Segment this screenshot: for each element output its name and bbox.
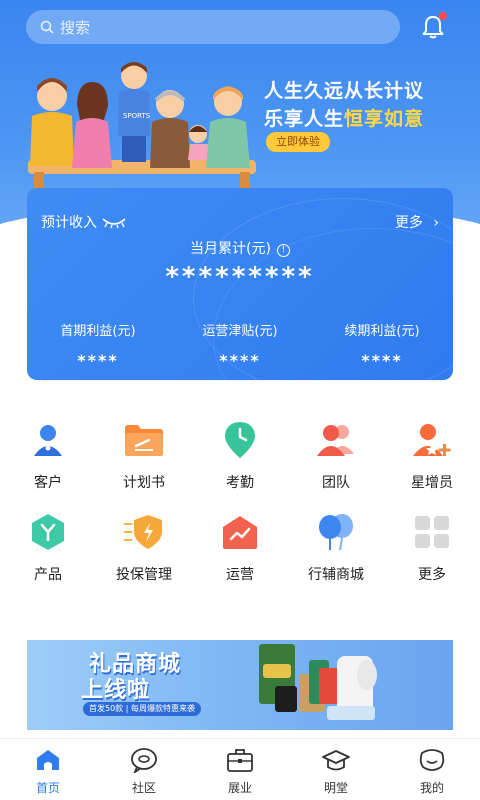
community-icon: [131, 748, 157, 773]
tab-academy[interactable]: 明堂: [288, 747, 384, 796]
home-icon: [37, 750, 59, 770]
eye-closed-icon[interactable]: [101, 215, 127, 229]
income-column-value: ****: [361, 351, 403, 370]
family-illustration: SPORTS: [28, 62, 256, 192]
income-column-allowance: 运营津贴(元) ****: [169, 320, 311, 370]
tab-community[interactable]: 社区: [96, 747, 192, 796]
feature-plan[interactable]: 计划书: [96, 420, 192, 492]
more-grid-icon: [415, 516, 449, 548]
income-column-label: 运营津贴(元): [202, 324, 278, 339]
plan-icon: [125, 425, 163, 456]
income-card: 预计收入 更多 › 当月累计(元)! ********* 首期利益(元) ***…: [27, 188, 453, 380]
info-icon[interactable]: !: [276, 244, 290, 257]
bottom-tab-bar: 首页 社区 展业 明堂 我的: [0, 738, 480, 800]
recruit-icon: [413, 424, 451, 456]
hero-slogan-highlight: 恒享如意: [344, 108, 425, 130]
feature-insure[interactable]: 投保管理: [96, 512, 192, 584]
profile-face-icon: [419, 749, 445, 771]
product-image: [275, 686, 297, 712]
income-column-label: 续期利益(元): [344, 324, 420, 339]
income-column-label: 首期利益(元): [60, 324, 136, 339]
feature-label: 投保管理: [116, 567, 172, 583]
income-title: 预计收入: [41, 212, 127, 232]
feature-mall[interactable]: 行辅商城: [288, 512, 384, 584]
notification-button[interactable]: [418, 12, 448, 42]
product-image: [357, 660, 377, 690]
search-bar[interactable]: 搜索: [26, 10, 400, 44]
month-total-label: 当月累计(元)!: [27, 238, 453, 258]
income-column-value: ****: [219, 351, 261, 370]
income-column-renewal: 续期利益(元) ****: [311, 320, 453, 370]
product-image: [263, 664, 291, 678]
insure-icon: [124, 515, 162, 549]
tab-label: 社区: [131, 781, 156, 795]
income-more-text: 更多: [394, 215, 423, 231]
income-more-link[interactable]: 更多 ›: [395, 212, 439, 232]
income-column-value: ****: [77, 351, 119, 370]
operation-icon: [223, 516, 257, 549]
tab-label: 我的: [419, 781, 444, 795]
attendance-icon: [225, 422, 255, 458]
tab-business[interactable]: 展业: [192, 747, 288, 796]
hero-slogan-prefix: 乐享人生: [264, 108, 345, 130]
tab-label: 首页: [35, 781, 60, 795]
product-image: [327, 706, 375, 720]
feature-label: 计划书: [123, 475, 165, 491]
feature-operation[interactable]: 运营: [192, 512, 288, 584]
feature-team[interactable]: 团队: [288, 420, 384, 492]
customer-icon: [34, 425, 62, 456]
feature-customer[interactable]: 客户: [0, 420, 96, 492]
feature-attendance[interactable]: 考勤: [192, 420, 288, 492]
banner-subtitle: 上线啦: [81, 678, 151, 703]
graduation-cap-icon: [322, 750, 350, 771]
tab-label: 展业: [227, 781, 252, 795]
notification-dot: [439, 12, 447, 20]
svg-text:SPORTS: SPORTS: [123, 112, 151, 120]
team-icon: [317, 425, 354, 456]
feature-recruit[interactable]: 星增员: [384, 420, 480, 492]
income-column-first: 首期利益(元) ****: [27, 320, 169, 370]
feature-product[interactable]: 产品: [0, 512, 96, 584]
feature-label: 考勤: [226, 475, 254, 491]
tab-home[interactable]: 首页: [0, 747, 96, 796]
gift-mall-banner[interactable]: 礼品商城 上线啦 首发50款 | 每周爆款特惠来袭: [27, 640, 453, 730]
tab-label: 明堂: [323, 781, 348, 795]
product-icon: [32, 514, 64, 550]
month-total-label-text: 当月累计(元): [190, 241, 271, 257]
search-placeholder: 搜索: [60, 18, 91, 37]
feature-label: 更多: [418, 567, 446, 583]
tab-mine[interactable]: 我的: [384, 747, 480, 796]
briefcase-icon: [227, 749, 253, 772]
hero-slogan-line1: 人生久远从长计议: [264, 80, 425, 102]
chevron-right-icon: ›: [433, 215, 439, 231]
feature-label: 运营: [226, 567, 254, 583]
feature-label: 星增员: [411, 475, 453, 491]
feature-label: 客户: [34, 475, 62, 491]
month-total-value: *********: [165, 262, 315, 292]
mall-icon: [319, 514, 353, 551]
hero-slogan-line2: 乐享人生恒享如意: [264, 104, 424, 131]
banner-tag: 首发50款 | 每周爆款特惠来袭: [83, 702, 201, 716]
feature-label: 产品: [34, 567, 62, 583]
feature-label: 行辅商城: [308, 567, 364, 583]
income-title-text: 预计收入: [41, 215, 97, 231]
search-icon: [40, 20, 54, 34]
feature-more[interactable]: 更多: [384, 512, 480, 584]
try-now-button[interactable]: 立即体验: [266, 132, 330, 152]
feature-label: 团队: [322, 475, 350, 491]
